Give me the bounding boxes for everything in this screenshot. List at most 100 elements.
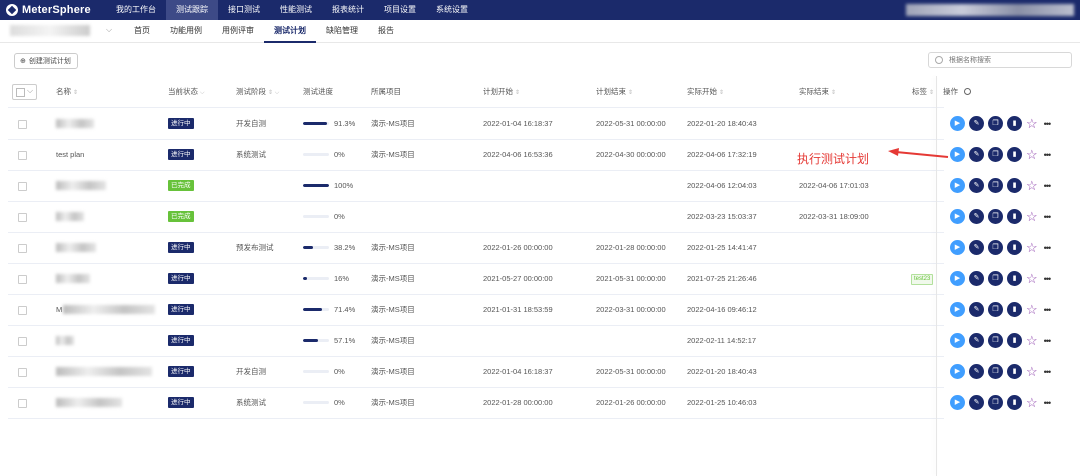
- copy-icon[interactable]: ❐: [988, 240, 1003, 255]
- star-icon[interactable]: ☆: [1026, 241, 1038, 254]
- more-icon[interactable]: •••: [1044, 336, 1052, 346]
- col-stage[interactable]: 测试阶段 ⇕ ⌵: [236, 76, 279, 107]
- edit-icon[interactable]: ✎: [969, 333, 984, 348]
- table-row[interactable]: 进行中 57.1% 演示-MS项目 2022-02-11 14:52:17: [8, 325, 944, 357]
- report-chart-icon[interactable]: ▮: [1007, 240, 1022, 255]
- star-icon[interactable]: ☆: [1026, 210, 1038, 223]
- table-row[interactable]: 进行中 系统测试 0% 演示-MS项目 2022-01-28 00:00:00 2022-…: [8, 387, 944, 419]
- project-selector[interactable]: ⌵: [10, 25, 114, 37]
- report-chart-icon[interactable]: ▮: [1007, 147, 1022, 162]
- copy-icon[interactable]: ❐: [988, 364, 1003, 379]
- edit-icon[interactable]: ✎: [969, 302, 984, 317]
- table-row[interactable]: 进行中 开发自测 91.3% 演示-MS项目 2022-01-04 16:18:37 20…: [8, 108, 944, 140]
- copy-icon[interactable]: ❐: [988, 147, 1003, 162]
- table-row[interactable]: M 进行中 71.4% 演示-MS项目 2021-01-31 18:53:59 2022-…: [8, 294, 944, 326]
- nav-test-track[interactable]: 测试跟踪: [166, 0, 218, 20]
- nav-system-settings[interactable]: 系统设置: [426, 0, 478, 20]
- edit-icon[interactable]: ✎: [969, 395, 984, 410]
- user-info-redacted[interactable]: [906, 4, 1074, 16]
- copy-icon[interactable]: ❐: [988, 178, 1003, 193]
- table-row[interactable]: 进行中 预发布测试 38.2% 演示-MS项目 2022-01-26 00:00:00 2…: [8, 232, 944, 264]
- select-all-checkbox[interactable]: ⌵: [12, 84, 37, 100]
- tab-functional-cases[interactable]: 功能用例: [160, 20, 212, 41]
- row-checkbox[interactable]: [18, 213, 27, 222]
- logo[interactable]: MeterSphere: [6, 3, 91, 17]
- more-icon[interactable]: •••: [1044, 119, 1052, 129]
- plan-name[interactable]: M: [56, 294, 62, 325]
- tab-defect-management[interactable]: 缺陷管理: [316, 20, 368, 41]
- execute-plan-icon[interactable]: ▶: [950, 147, 965, 162]
- star-icon[interactable]: ☆: [1026, 396, 1038, 409]
- star-icon[interactable]: ☆: [1026, 334, 1038, 347]
- star-icon[interactable]: ☆: [1026, 303, 1038, 316]
- gear-icon[interactable]: [964, 88, 971, 95]
- star-icon[interactable]: ☆: [1026, 117, 1038, 130]
- search-box[interactable]: [928, 52, 1072, 68]
- more-icon[interactable]: •••: [1044, 274, 1052, 284]
- copy-icon[interactable]: ❐: [988, 333, 1003, 348]
- report-chart-icon[interactable]: ▮: [1007, 209, 1022, 224]
- edit-icon[interactable]: ✎: [969, 147, 984, 162]
- copy-icon[interactable]: ❐: [988, 395, 1003, 410]
- edit-icon[interactable]: ✎: [969, 209, 984, 224]
- table-row[interactable]: 进行中 开发自测 0% 演示-MS项目 2022-01-04 16:18:37 2022-…: [8, 356, 944, 388]
- col-status[interactable]: 当前状态 ⌵: [168, 76, 205, 107]
- edit-icon[interactable]: ✎: [969, 271, 984, 286]
- copy-icon[interactable]: ❐: [988, 209, 1003, 224]
- more-icon[interactable]: •••: [1044, 150, 1052, 160]
- execute-plan-icon[interactable]: ▶: [950, 178, 965, 193]
- star-icon[interactable]: ☆: [1026, 179, 1038, 192]
- nav-api-test[interactable]: 接口测试: [218, 0, 270, 20]
- table-row[interactable]: 已完成 0% 2022-03-23 15:03:37 2022-03-31 18:09…: [8, 201, 944, 233]
- edit-icon[interactable]: ✎: [969, 178, 984, 193]
- row-checkbox[interactable]: [18, 337, 27, 346]
- star-icon[interactable]: ☆: [1026, 148, 1038, 161]
- execute-plan-icon[interactable]: ▶: [950, 271, 965, 286]
- row-checkbox[interactable]: [18, 306, 27, 315]
- nav-project-settings[interactable]: 项目设置: [374, 0, 426, 20]
- execute-plan-icon[interactable]: ▶: [950, 116, 965, 131]
- edit-icon[interactable]: ✎: [969, 364, 984, 379]
- star-icon[interactable]: ☆: [1026, 365, 1038, 378]
- col-plan-start[interactable]: 计划开始 ⇕: [483, 76, 520, 107]
- star-icon[interactable]: ☆: [1026, 272, 1038, 285]
- report-chart-icon[interactable]: ▮: [1007, 271, 1022, 286]
- edit-icon[interactable]: ✎: [969, 240, 984, 255]
- report-chart-icon[interactable]: ▮: [1007, 116, 1022, 131]
- report-chart-icon[interactable]: ▮: [1007, 302, 1022, 317]
- row-checkbox[interactable]: [18, 182, 27, 191]
- row-checkbox[interactable]: [18, 368, 27, 377]
- row-checkbox[interactable]: [18, 120, 27, 129]
- report-chart-icon[interactable]: ▮: [1007, 178, 1022, 193]
- copy-icon[interactable]: ❐: [988, 271, 1003, 286]
- tab-case-review[interactable]: 用例评审: [212, 20, 264, 41]
- report-chart-icon[interactable]: ▮: [1007, 395, 1022, 410]
- search-input[interactable]: [947, 55, 1061, 65]
- execute-plan-icon[interactable]: ▶: [950, 395, 965, 410]
- nav-performance-test[interactable]: 性能测试: [270, 0, 322, 20]
- plan-name[interactable]: test plan: [56, 139, 84, 170]
- execute-plan-icon[interactable]: ▶: [950, 209, 965, 224]
- tab-home[interactable]: 首页: [124, 20, 160, 41]
- table-row[interactable]: 进行中 16% 演示-MS项目 2021-05-27 00:00:00 2021-05-…: [8, 263, 944, 295]
- execute-plan-icon[interactable]: ▶: [950, 240, 965, 255]
- copy-icon[interactable]: ❐: [988, 116, 1003, 131]
- nav-workbench[interactable]: 我的工作台: [106, 0, 166, 20]
- create-test-plan-button[interactable]: ⊕ 创建测试计划: [14, 53, 78, 69]
- more-icon[interactable]: •••: [1044, 243, 1052, 253]
- more-icon[interactable]: •••: [1044, 212, 1052, 222]
- more-icon[interactable]: •••: [1044, 305, 1052, 315]
- col-actual-start[interactable]: 实际开始 ⇕: [687, 76, 724, 107]
- nav-report-stats[interactable]: 报表统计: [322, 0, 374, 20]
- tab-report[interactable]: 报告: [368, 20, 404, 41]
- more-icon[interactable]: •••: [1044, 367, 1052, 377]
- report-chart-icon[interactable]: ▮: [1007, 364, 1022, 379]
- table-row[interactable]: 已完成 100% 2022-04-06 12:04:03 2022-04-06 17:…: [8, 170, 944, 202]
- col-actual-end[interactable]: 实际结束 ⇕: [799, 76, 836, 107]
- row-checkbox[interactable]: [18, 244, 27, 253]
- execute-plan-icon[interactable]: ▶: [950, 333, 965, 348]
- row-checkbox[interactable]: [18, 275, 27, 284]
- col-plan-end[interactable]: 计划结束 ⇕: [596, 76, 633, 107]
- report-chart-icon[interactable]: ▮: [1007, 333, 1022, 348]
- tab-test-plan[interactable]: 测试计划: [264, 20, 316, 43]
